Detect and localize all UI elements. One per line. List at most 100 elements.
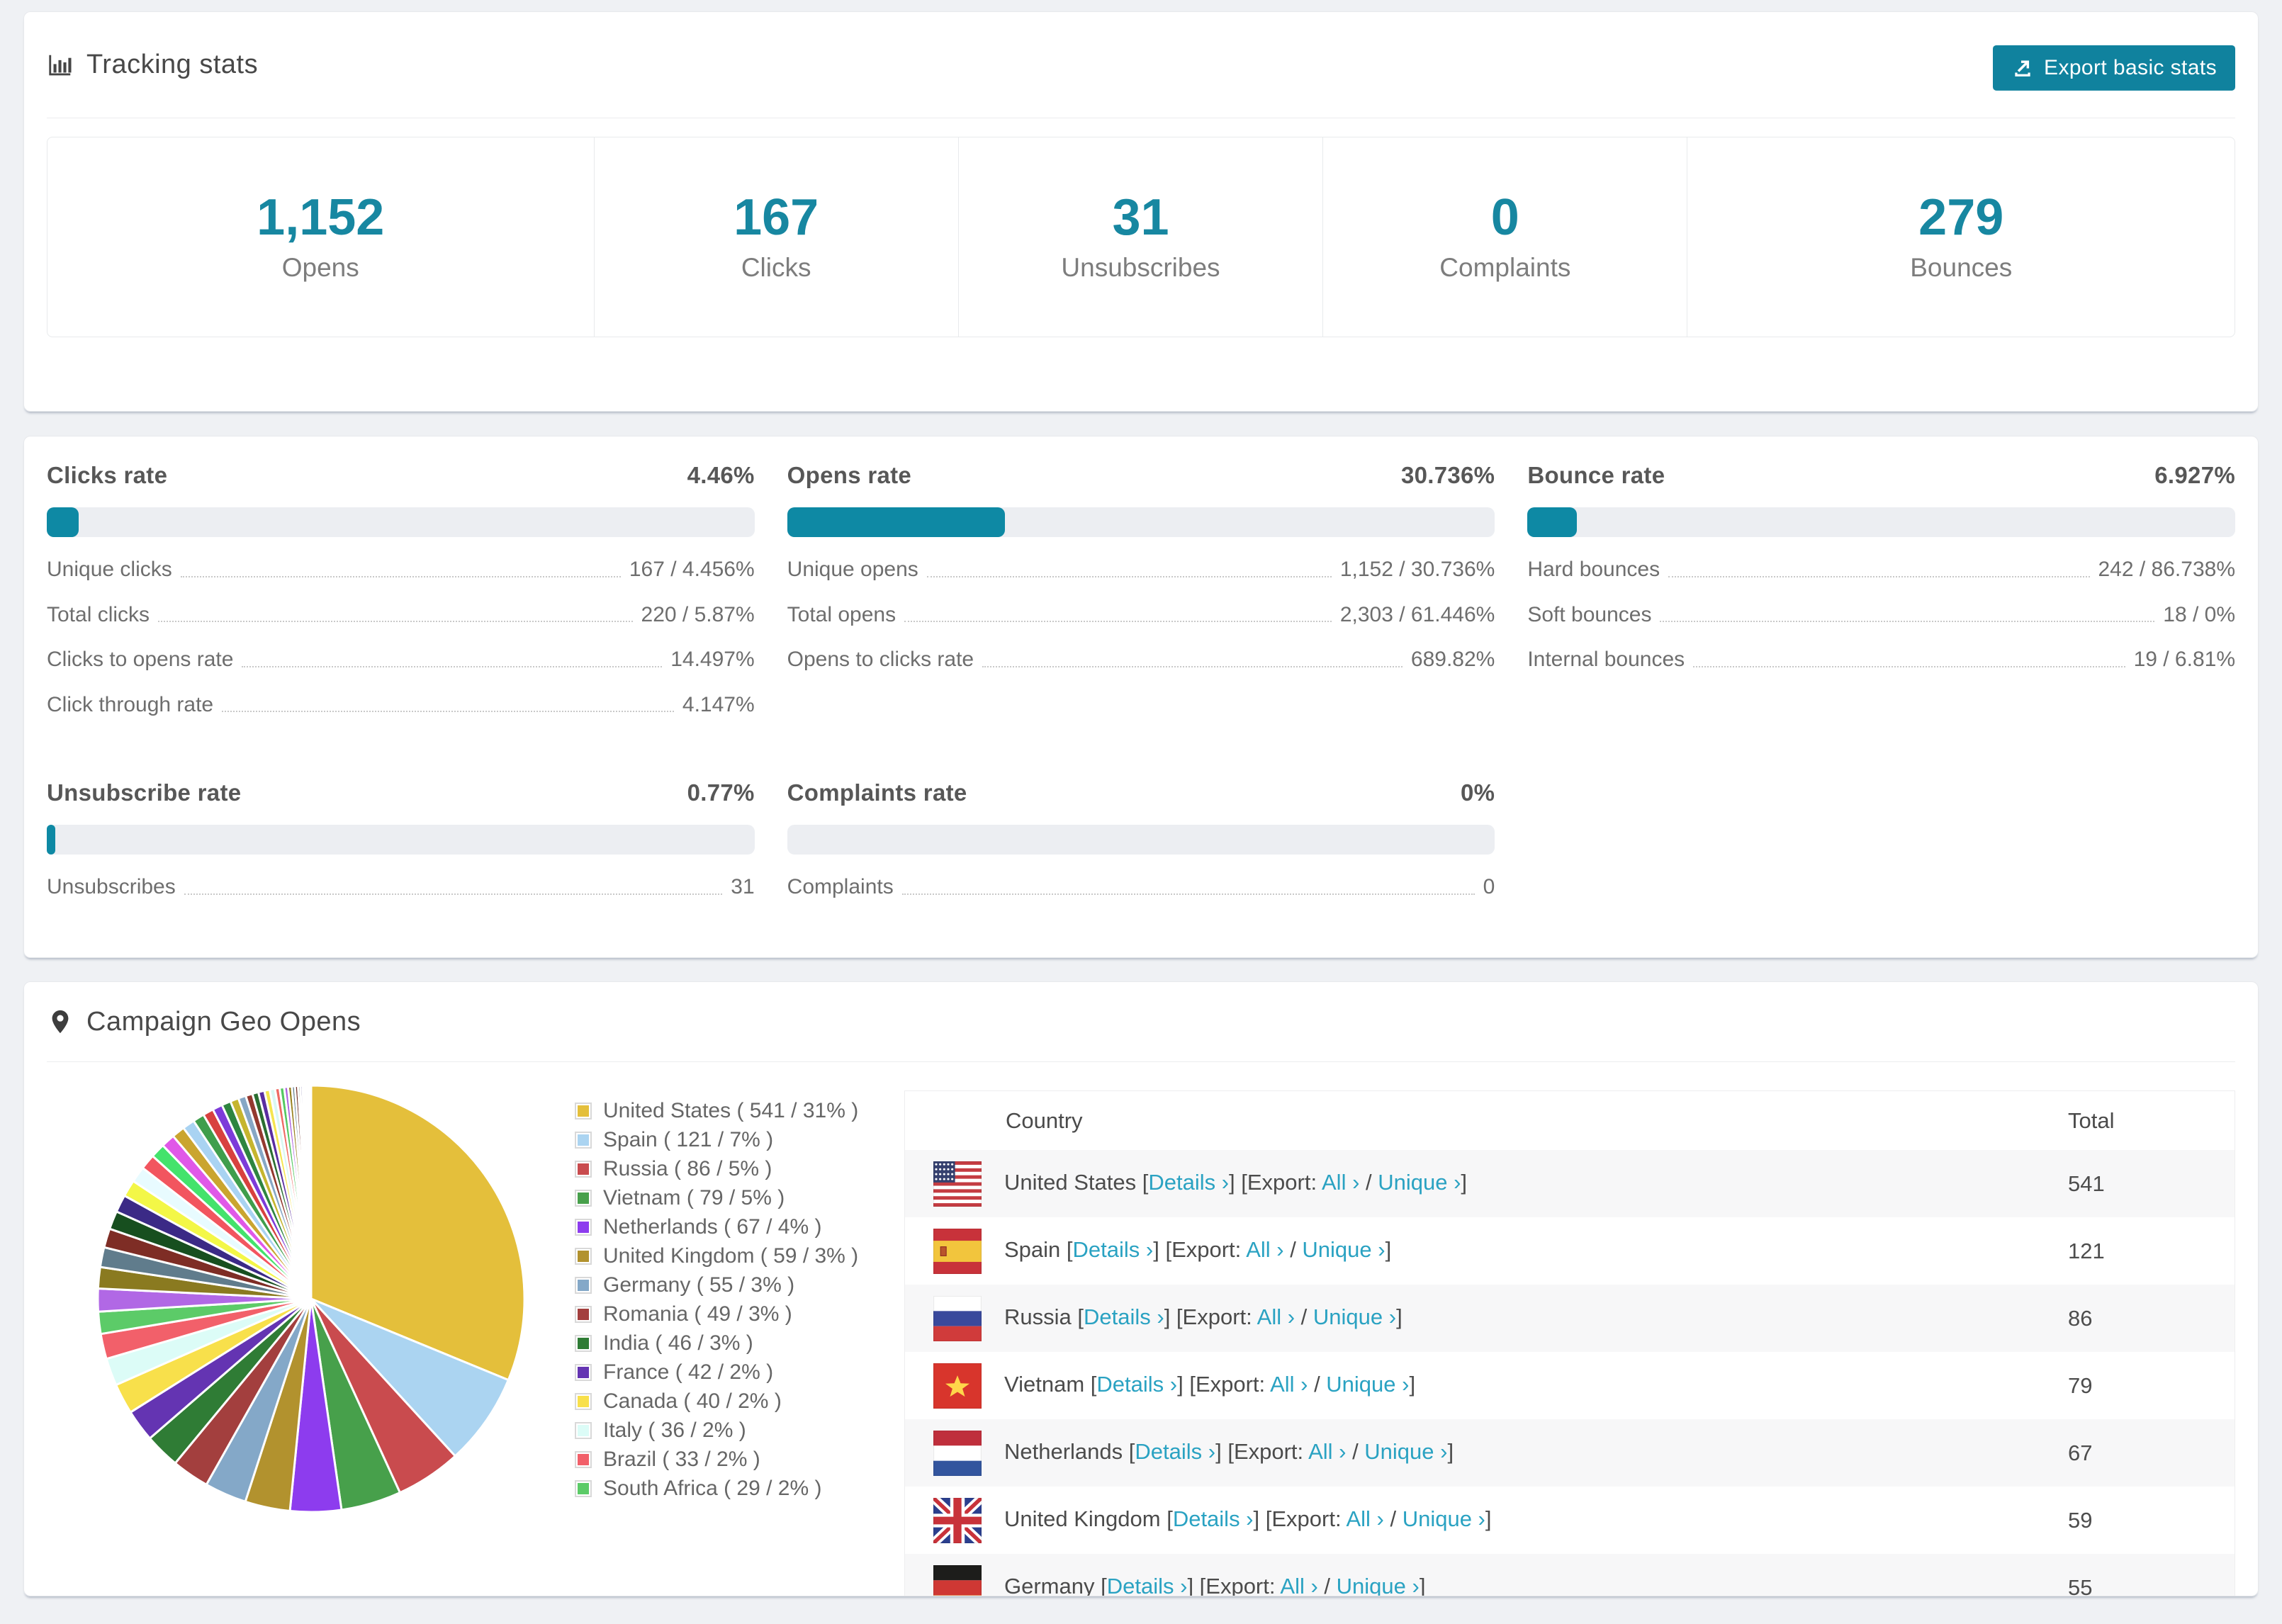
stat-opens: 1,152 Opens <box>47 137 595 337</box>
legend-swatch <box>575 1160 592 1178</box>
stat-clicks: 167 Clicks <box>595 137 959 337</box>
stat-label: Unsubscribes <box>1061 252 1220 282</box>
export-all-link[interactable]: All › <box>1246 1237 1283 1262</box>
stat-row: Unique clicks 167 / 4.456% <box>47 558 755 582</box>
legend-label: Spain ( 121 / 7% ) <box>603 1127 774 1151</box>
progress-bar <box>47 825 755 855</box>
stat-row: Opens to clicks rate 689.82% <box>787 648 1495 672</box>
stat-row-label: Click through rate <box>47 692 214 716</box>
details-link[interactable]: Details › <box>1148 1170 1229 1195</box>
flag-icon-de <box>933 1564 982 1596</box>
export-unique-link[interactable]: Unique › <box>1364 1439 1447 1464</box>
bracket: ] <box>1409 1371 1416 1397</box>
rate-section-opens: Opens rate 30.736% Unique opens 1,152 / 30.… <box>787 462 1495 717</box>
geo-opens-card: Campaign Geo Opens United States ( 541 /… <box>23 981 2259 1596</box>
rate-header: Clicks rate 4.46% <box>47 462 755 489</box>
legend-swatch <box>575 1363 592 1381</box>
stat-row-value: 167 / 4.456% <box>629 558 755 581</box>
rate-title: Complaints rate <box>787 779 967 806</box>
country-name: United Kingdom <box>1004 1506 1167 1531</box>
rate-value: 4.46% <box>687 462 755 488</box>
bar-chart-icon <box>47 52 74 79</box>
bracket: ] <box>1385 1236 1392 1262</box>
stat-row: Soft bounces 18 / 0% <box>1527 603 2235 628</box>
legend-swatch <box>575 1479 592 1497</box>
geo-pie-chart <box>47 1067 575 1518</box>
legend-item-canada: Canada ( 40 / 2% ) <box>575 1387 904 1416</box>
bracket: ] <box>1461 1169 1468 1195</box>
country-name: Germany <box>1004 1573 1101 1596</box>
table-row-spain: Spain [Details ›] [Export: All › / Uniqu… <box>905 1217 2235 1285</box>
bracket: ] <box>1485 1506 1492 1531</box>
legend-swatch <box>575 1392 592 1410</box>
country-name: Netherlands <box>1004 1438 1129 1464</box>
bracket: ] <box>1396 1304 1403 1329</box>
details-link[interactable]: Details › <box>1096 1372 1177 1397</box>
details-link[interactable]: Details › <box>1073 1237 1154 1262</box>
geo-opens-header: Campaign Geo Opens <box>24 982 2258 1061</box>
page-title: Tracking stats <box>86 50 259 79</box>
legend-item-italy: Italy ( 36 / 2% ) <box>575 1416 904 1445</box>
legend-swatch <box>575 1102 592 1120</box>
map-pin-icon <box>47 1008 74 1035</box>
stat-row: Click through rate 4.147% <box>47 693 755 718</box>
bracket: ] [Export: <box>1177 1371 1271 1397</box>
stat-label: Bounces <box>1910 252 2013 282</box>
legend-swatch <box>575 1247 592 1265</box>
column-header-total: Total <box>2068 1107 2115 1133</box>
table-row-united-states: United States [Details ›] [Export: All ›… <box>905 1150 2235 1217</box>
export-unique-link[interactable]: Unique › <box>1313 1304 1396 1329</box>
details-link[interactable]: Details › <box>1173 1506 1254 1531</box>
rate-section-clicks: Clicks rate 4.46% Unique clicks 167 / 4.456… <box>47 462 755 717</box>
progress-bar <box>47 507 755 537</box>
legend-item-south-africa: South Africa ( 29 / 2% ) <box>575 1474 904 1503</box>
country-cell: Netherlands [Details ›] [Export: All › /… <box>905 1419 2068 1487</box>
rate-header: Bounce rate 6.927% <box>1527 462 2235 489</box>
bracket: ] [Export: <box>1229 1169 1322 1195</box>
country-cell: Spain [Details ›] [Export: All › / Uniqu… <box>905 1217 2068 1285</box>
details-link[interactable]: Details › <box>1135 1439 1215 1464</box>
rate-title: Clicks rate <box>47 462 168 488</box>
bracket: ] [Export: <box>1253 1506 1347 1531</box>
tracking-stats-header: Tracking stats Export basic stats <box>24 12 2258 118</box>
flag-icon-ru <box>933 1295 982 1341</box>
slash: / <box>1346 1438 1365 1464</box>
export-all-link[interactable]: All › <box>1322 1170 1359 1195</box>
tracking-stats-card: Tracking stats Export basic stats 1,152 O… <box>23 11 2259 412</box>
export-basic-stats-button[interactable]: Export basic stats <box>1993 45 2235 91</box>
stat-row-value: 19 / 6.81% <box>2133 648 2235 671</box>
stat-row-label: Opens to clicks rate <box>787 648 974 671</box>
export-unique-link[interactable]: Unique › <box>1337 1574 1420 1596</box>
export-all-link[interactable]: All › <box>1308 1439 1346 1464</box>
column-header-country: Country <box>1006 1107 1083 1133</box>
export-all-link[interactable]: All › <box>1280 1574 1317 1596</box>
legend-swatch <box>575 1421 592 1439</box>
rate-rows: Unique opens 1,152 / 30.736% Total opens 2,… <box>787 558 1495 672</box>
legend-label: Canada ( 40 / 2% ) <box>603 1389 782 1413</box>
legend-swatch <box>575 1276 592 1294</box>
progress-bar <box>787 507 1495 537</box>
export-unique-link[interactable]: Unique › <box>1378 1170 1461 1195</box>
bracket: ] [Export: <box>1153 1236 1247 1262</box>
export-all-link[interactable]: All › <box>1346 1506 1383 1531</box>
table-row-netherlands: Netherlands [Details ›] [Export: All › /… <box>905 1419 2235 1487</box>
export-all-link[interactable]: All › <box>1270 1372 1308 1397</box>
export-all-link[interactable]: All › <box>1257 1304 1295 1329</box>
stat-row-label: Hard bounces <box>1527 558 1660 581</box>
rate-rows: Unique clicks 167 / 4.456% Total clicks 220… <box>47 558 755 717</box>
legend-label: United States ( 541 / 31% ) <box>603 1098 859 1122</box>
export-unique-link[interactable]: Unique › <box>1326 1372 1409 1397</box>
dotted-leader <box>1668 575 2090 577</box>
export-unique-link[interactable]: Unique › <box>1403 1506 1485 1531</box>
dotted-leader <box>242 665 663 667</box>
details-link[interactable]: Details › <box>1084 1304 1164 1329</box>
export-unique-link[interactable]: Unique › <box>1302 1237 1385 1262</box>
rate-title: Unsubscribe rate <box>47 779 242 806</box>
country-name: Russia <box>1004 1304 1078 1329</box>
rate-rows: Unsubscribes 31 <box>47 875 755 900</box>
country-cell: Germany [Details ›] [Export: All › / Uni… <box>905 1554 2068 1596</box>
stat-row: Unique opens 1,152 / 30.736% <box>787 558 1495 582</box>
stat-value: 0 <box>1490 188 1519 246</box>
details-link[interactable]: Details › <box>1107 1574 1188 1596</box>
progress-fill <box>787 507 1005 537</box>
